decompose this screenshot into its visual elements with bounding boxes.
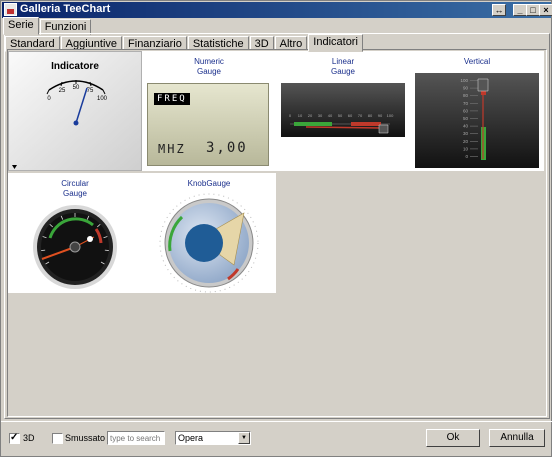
title-bar[interactable]: Galleria TeeChart ↔ _ □ × <box>2 2 552 18</box>
scale-label: 0 <box>47 96 51 102</box>
smussato-checkbox-label: Smussato <box>65 433 106 443</box>
gallery-item-linear-gauge[interactable]: Linear Gauge 0 10 20 30 40 50 60 70 80 90 100 <box>276 51 410 171</box>
gallery-window: Galleria TeeChart ↔ _ □ × Serie Funzioni… <box>0 0 552 457</box>
numeric-unit: MHZ <box>158 142 186 156</box>
numeric-display: FREQ MHZ 3,00 <box>147 83 269 166</box>
linear-scale-label: 50 <box>338 113 343 118</box>
search-input[interactable] <box>107 431 165 445</box>
scale-label: 75 <box>87 88 94 94</box>
gallery-item-title: Numeric Gauge <box>194 57 224 76</box>
gallery-item-indicatore[interactable]: Indicatore 0 25 50 75 100 <box>8 51 142 171</box>
vertical-scale-label: 70 <box>463 101 469 106</box>
3d-checkbox[interactable] <box>9 432 20 444</box>
linear-scale-label: 60 <box>348 113 353 118</box>
vertical-scale-label: 50 <box>463 116 469 121</box>
dropdown-arrow-icon[interactable]: ▼ <box>238 432 250 444</box>
vertical-scale-label: 10 <box>463 146 469 151</box>
theme-select-value: Opera <box>178 433 204 443</box>
window-title: Galleria TeeChart <box>20 3 111 15</box>
scale-label: 100 <box>97 96 108 102</box>
linear-scale-label: 40 <box>328 113 333 118</box>
linear-scale-label: 10 <box>298 113 303 118</box>
vertical-scale-label: 100 <box>460 78 468 83</box>
indicatore-gauge-preview: 0 25 50 75 100 <box>12 80 108 169</box>
minimize-icon[interactable]: _ <box>513 4 527 16</box>
knob-gauge-preview <box>159 193 259 293</box>
tab-serie[interactable]: Serie <box>3 17 39 35</box>
ok-button[interactable]: Ok <box>426 429 480 447</box>
vertical-gauge-preview: 1009080706050403020100 <box>415 73 539 168</box>
vertical-scale-label: 30 <box>463 131 469 136</box>
maximize-icon[interactable]: □ <box>526 4 540 16</box>
gallery-item-circular-gauge[interactable]: Circular Gauge <box>8 173 142 293</box>
numeric-label-freq: FREQ <box>154 93 190 105</box>
numeric-value: 3,00 <box>206 140 248 156</box>
linear-scale-label: 100 <box>387 113 394 118</box>
linear-scale-label: 20 <box>308 113 313 118</box>
vertical-scale-label: 90 <box>463 86 469 91</box>
close-icon[interactable]: × <box>539 4 552 16</box>
linear-gauge-preview: 0 10 20 30 40 50 60 70 80 90 100 <box>281 83 405 137</box>
restore-icon[interactable]: ↔ <box>492 4 506 16</box>
3d-checkbox-label: 3D <box>23 433 35 443</box>
teechart-app-icon <box>4 3 17 16</box>
linear-scale-label: 90 <box>378 113 383 118</box>
vertical-scale-label: 40 <box>463 124 469 129</box>
linear-scale-label: 30 <box>318 113 323 118</box>
linear-scale-label: 80 <box>368 113 373 118</box>
cancel-button[interactable]: Annulla <box>489 429 545 447</box>
scale-label: 50 <box>73 85 80 91</box>
vertical-scale-label: 80 <box>463 93 469 98</box>
scale-label: 25 <box>59 88 66 94</box>
theme-select[interactable]: Opera ▼ <box>175 431 251 445</box>
tab-indicatori[interactable]: Indicatori <box>308 34 363 52</box>
gallery-item-knob-gauge[interactable]: KnobGauge <box>142 173 276 293</box>
gallery-item-vertical-gauge[interactable]: Vertical 100 90 80 70 60 50 40 30 20 10 0 <box>410 51 544 171</box>
vertical-scale-label: 60 <box>463 108 469 113</box>
vertical-scale-label: 20 <box>463 139 469 144</box>
gallery-item-numeric-gauge[interactable]: Numeric Gauge FREQ MHZ 3,00 <box>142 51 276 171</box>
circular-gauge-preview <box>33 205 117 289</box>
linear-scale-label: 70 <box>358 113 363 118</box>
smussato-checkbox[interactable] <box>52 433 63 444</box>
